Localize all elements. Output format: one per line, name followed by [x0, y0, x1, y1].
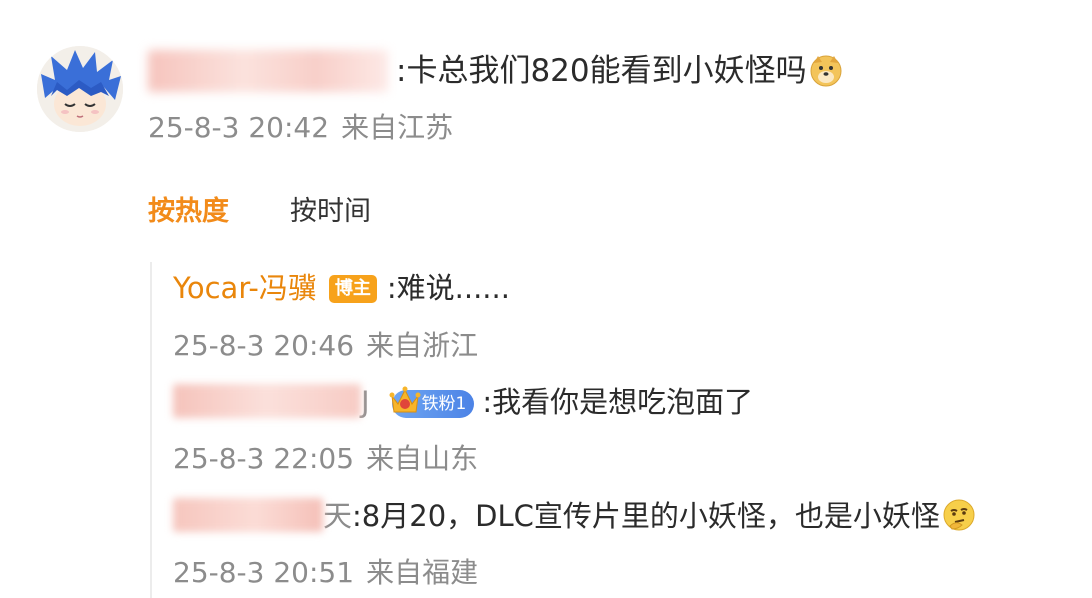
reply-location: 来自浙江: [366, 329, 479, 362]
fan-level-label: 铁粉1: [421, 394, 467, 414]
main-comment-body: :卡总我们820能看到小妖怪吗: [396, 53, 807, 89]
main-comment-meta: 25-8-3 20:42 来自江苏: [148, 110, 453, 146]
reply-meta: 25-8-3 20:51 来自福建: [173, 555, 478, 591]
reply-username[interactable]: Yocar-冯骥: [173, 271, 317, 305]
reply-text: :我看你是想吃泡面了: [482, 385, 754, 419]
thinking-emoji-icon: [943, 499, 975, 531]
sort-by-time-tab[interactable]: 按时间: [290, 193, 371, 231]
fan-level-badge: 铁粉1: [389, 386, 475, 418]
sort-by-hot-tab[interactable]: 按热度: [148, 193, 229, 231]
reply-location: 来自福建: [366, 556, 479, 589]
reply-meta: 25-8-3 20:46 来自浙江: [173, 328, 478, 364]
reply-text: :难说......: [386, 271, 510, 305]
anime-avatar-icon: [37, 46, 123, 132]
reply-username-blurred[interactable]: [173, 384, 361, 418]
reply-text: :8月20，DLC宣传片里的小妖怪，也是小妖怪: [352, 499, 940, 533]
reply-item: Yocar-冯骥 博主 :难说......: [173, 268, 510, 308]
reply-thread-divider: [150, 262, 152, 598]
main-comment-text: :卡总我们820能看到小妖怪吗: [396, 50, 843, 92]
crown-icon: [389, 386, 421, 413]
doge-emoji-icon: [810, 55, 842, 87]
main-username-blurred[interactable]: [148, 50, 388, 92]
reply-username-tail: J: [361, 385, 370, 419]
blogger-badge: 博主: [328, 275, 377, 303]
user-avatar[interactable]: [37, 46, 123, 132]
reply-time: 25-8-3 20:51: [173, 556, 355, 589]
reply-time: 25-8-3 22:05: [173, 442, 355, 475]
reply-location: 来自山东: [366, 442, 479, 475]
reply-meta: 25-8-3 22:05 来自山东: [173, 441, 478, 477]
reply-time: 25-8-3 20:46: [173, 329, 355, 362]
reply-item: 天:8月20，DLC宣传片里的小妖怪，也是小妖怪: [173, 496, 976, 536]
reply-username-tail: 天: [323, 499, 353, 533]
main-comment-time: 25-8-3 20:42: [148, 111, 330, 144]
reply-item: J 铁粉1 :我看你是想吃泡面了: [173, 382, 753, 422]
main-comment-location: 来自江苏: [341, 111, 454, 144]
reply-username-blurred[interactable]: [173, 498, 323, 532]
